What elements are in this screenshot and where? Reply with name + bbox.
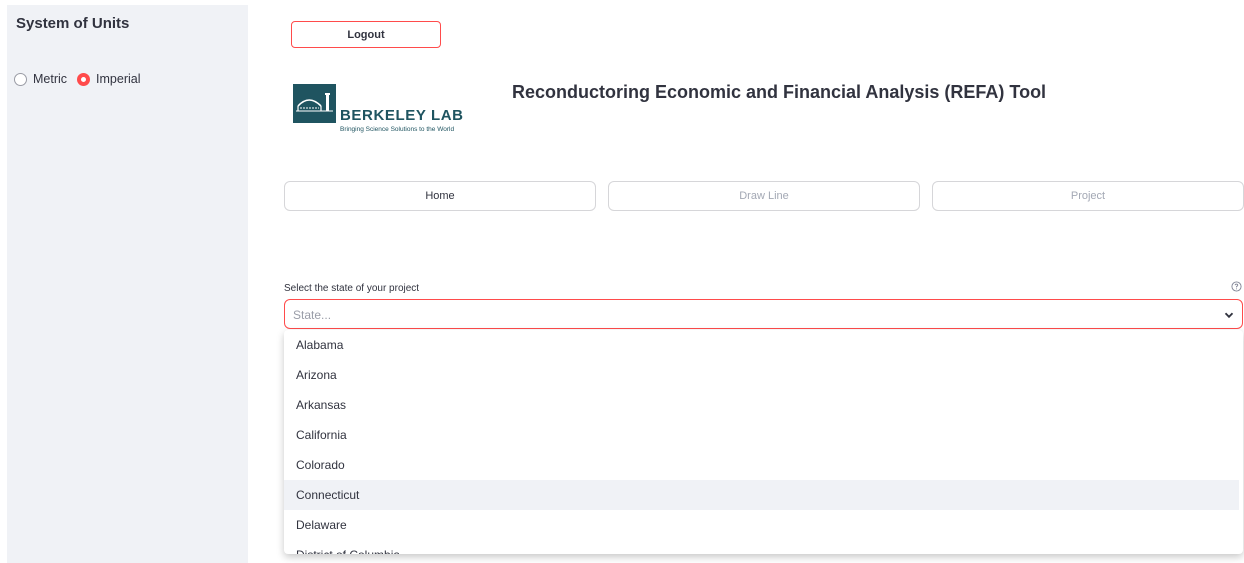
logo-building-icon (293, 84, 336, 123)
state-option-delaware[interactable]: Delaware (284, 510, 1243, 540)
state-option-connecticut[interactable]: Connecticut (284, 480, 1239, 510)
radio-imperial-circle[interactable] (77, 72, 91, 86)
logo-name: BERKELEY LAB (340, 107, 464, 124)
radio-imperial[interactable]: Imperial (77, 72, 141, 86)
state-option-california[interactable]: California (284, 420, 1243, 450)
sidebar-title: System of Units (16, 15, 130, 32)
logo-tagline: Bringing Science Solutions to the World (340, 126, 455, 133)
project-button[interactable]: Project (932, 181, 1244, 211)
home-button[interactable]: Home (284, 181, 596, 211)
radio-imperial-label: Imperial (96, 72, 141, 86)
state-option-arkansas[interactable]: Arkansas (284, 390, 1243, 420)
state-select-placeholder: State... (293, 308, 332, 322)
radio-metric[interactable]: Metric (14, 72, 67, 86)
state-option-arizona[interactable]: Arizona (284, 360, 1243, 390)
radio-metric-circle[interactable] (14, 72, 27, 86)
draw-line-button[interactable]: Draw Line (608, 181, 920, 211)
state-dropdown-list: Alabama Arizona Arkansas California Colo… (284, 330, 1243, 554)
page-title: Reconductoring Economic and Financial An… (512, 82, 1047, 102)
state-option-district-of-columbia[interactable]: District of Columbia (284, 540, 1243, 554)
radio-metric-label: Metric (33, 72, 68, 86)
state-select[interactable]: State... (284, 299, 1243, 329)
chevron-down-icon[interactable] (1224, 310, 1234, 320)
units-radio-group: Metric Imperial (14, 72, 151, 86)
state-select-label: Select the state of your project (284, 283, 420, 294)
sidebar: System of Units Metric Imperial (7, 5, 248, 563)
berkeley-lab-logo: BERKELEY LAB Bringing Science Solutions … (293, 84, 513, 138)
logout-button[interactable]: Logout (291, 21, 441, 48)
help-icon[interactable] (1231, 281, 1242, 292)
state-option-alabama[interactable]: Alabama (284, 330, 1243, 360)
state-option-colorado[interactable]: Colorado (284, 450, 1243, 480)
